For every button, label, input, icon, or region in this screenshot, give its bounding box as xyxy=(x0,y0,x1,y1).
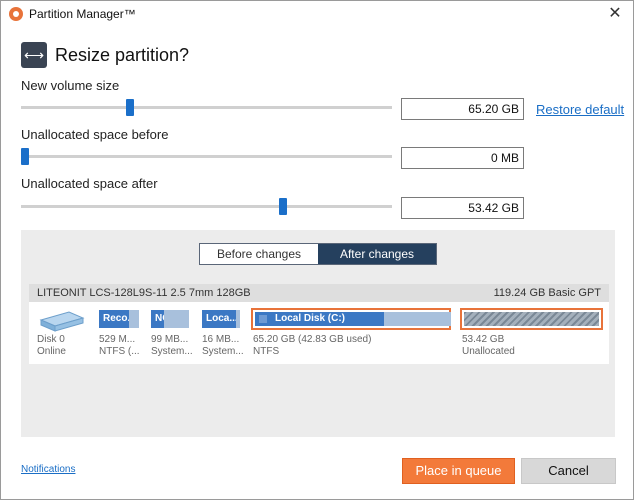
view-toggle: Before changes After changes xyxy=(199,243,437,265)
partition-type: System... xyxy=(151,346,193,357)
partition-type: NTFS (... xyxy=(99,346,140,357)
partition-label: Reco... xyxy=(99,310,129,328)
disk-header: LITEONIT LCS-128L9S-11 2.5 7mm 128GB 119… xyxy=(29,284,609,302)
window-title: Partition Manager™ xyxy=(29,7,136,21)
windows-drive-icon xyxy=(259,315,267,323)
partition-label: NO ... xyxy=(151,310,164,328)
partition-size: 99 MB... xyxy=(151,334,189,345)
partition-no-name[interactable]: NO ... xyxy=(151,310,189,328)
new-volume-size-label: New volume size xyxy=(21,78,120,93)
unallocated-before-label: Unallocated space before xyxy=(21,127,169,142)
dialog-window: Partition Manager™ ✕ ⟷ Resize partition?… xyxy=(0,0,634,500)
partition-type: System... xyxy=(202,346,244,357)
unallocated-after-field[interactable]: 53.42 GB xyxy=(401,197,524,219)
disk-status: Online xyxy=(37,346,66,357)
partition-recovery[interactable]: Reco... xyxy=(99,310,139,328)
unallocated-after-slider-track[interactable] xyxy=(21,205,392,208)
unallocated-after-label: Unallocated space after xyxy=(21,176,158,191)
partition-free-space xyxy=(129,310,139,328)
partition-label: Local Disk (C:) xyxy=(255,312,384,326)
disk-model: LITEONIT LCS-128L9S-11 2.5 7mm 128GB xyxy=(37,287,251,299)
after-changes-tab[interactable]: After changes xyxy=(318,244,436,264)
disk-label: Disk 0 xyxy=(37,334,65,345)
hard-disk-icon xyxy=(39,311,85,332)
partition-local[interactable]: Loca... xyxy=(202,310,240,328)
unallocated-pattern xyxy=(464,312,599,326)
new-volume-size-slider-thumb[interactable] xyxy=(126,99,135,116)
unallocated-before-field[interactable]: 0 MB xyxy=(401,147,524,169)
place-in-queue-button[interactable]: Place in queue xyxy=(402,458,515,484)
partition-size: 65.20 GB (42.83 GB used) xyxy=(253,334,372,345)
partition-size: 529 M... xyxy=(99,334,136,345)
notifications-link[interactable]: Notifications xyxy=(21,464,75,475)
partition-local-disk-c[interactable]: Local Disk (C:) xyxy=(251,308,451,330)
close-button[interactable]: ✕ xyxy=(603,3,627,25)
dialog-heading: Resize partition? xyxy=(55,45,190,65)
partition-free-space xyxy=(236,310,240,328)
disk-info: 119.24 GB Basic GPT xyxy=(493,287,601,299)
before-changes-tab[interactable]: Before changes xyxy=(200,244,318,264)
new-volume-size-slider-track[interactable] xyxy=(21,106,392,109)
partition-label: Loca... xyxy=(202,310,236,328)
resize-arrows-icon: ⟷ xyxy=(21,42,47,68)
cancel-button[interactable]: Cancel xyxy=(521,458,616,484)
partition-unallocated[interactable] xyxy=(460,308,603,330)
unallocated-after-slider-thumb[interactable] xyxy=(278,198,287,215)
title-bar: Partition Manager™ ✕ xyxy=(1,1,633,27)
partition-type: NTFS xyxy=(253,346,280,357)
unallocated-before-slider-thumb[interactable] xyxy=(21,148,29,165)
restore-default-link[interactable]: Restore default xyxy=(536,102,624,117)
app-logo-icon xyxy=(9,7,23,21)
disk-map: LITEONIT LCS-128L9S-11 2.5 7mm 128GB 119… xyxy=(29,284,609,364)
partition-type: Unallocated xyxy=(462,346,515,357)
new-volume-size-field[interactable]: 65.20 GB xyxy=(401,98,524,120)
unallocated-before-slider-track[interactable] xyxy=(21,155,392,158)
partition-free-space xyxy=(384,312,451,326)
partition-free-space xyxy=(164,310,189,328)
partition-size: 16 MB... xyxy=(202,334,240,345)
partition-size: 53.42 GB xyxy=(462,334,505,345)
preview-panel: Before changes After changes LITEONIT LC… xyxy=(21,230,615,437)
